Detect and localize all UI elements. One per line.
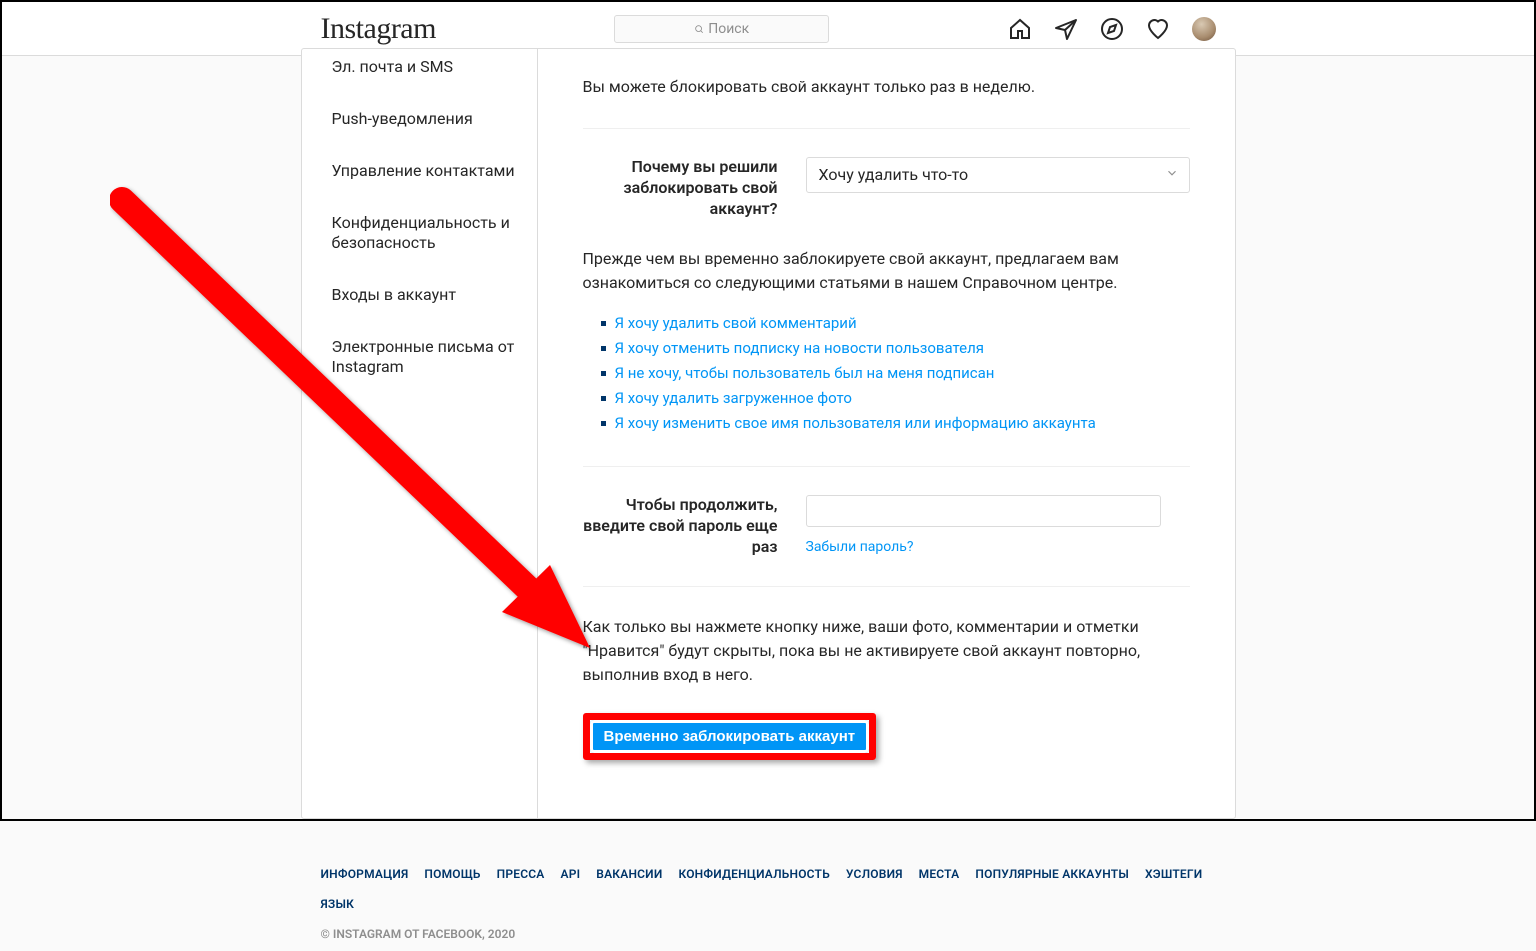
forgot-password-link[interactable]: Забыли пароль? [806, 539, 914, 555]
reason-selected-value: Хочу удалить что-то [819, 165, 969, 184]
messages-icon[interactable] [1054, 17, 1078, 41]
footer-links: ИНФОРМАЦИЯ ПОМОЩЬ ПРЕССА API ВАКАНСИИ КО… [321, 867, 1216, 911]
search-wrap: Поиск [614, 15, 829, 43]
search-input[interactable] [614, 15, 829, 43]
footer-link-locations[interactable]: МЕСТА [919, 867, 960, 881]
footer-link-terms[interactable]: УСЛОВИЯ [846, 867, 903, 881]
sidebar-item-email-sms[interactable]: Эл. почта и SMS [302, 49, 537, 93]
explore-icon[interactable] [1100, 17, 1124, 41]
sidebar-item-contacts[interactable]: Управление контактами [302, 145, 537, 197]
avatar[interactable] [1192, 17, 1216, 41]
password-input[interactable] [806, 495, 1161, 527]
help-link-delete-photo[interactable]: Я хочу удалить загруженное фото [615, 389, 853, 407]
footer-link-api[interactable]: API [561, 867, 581, 881]
nav-icons [1008, 17, 1216, 41]
final-warning-text: Как только вы нажмете кнопку ниже, ваши … [583, 615, 1190, 687]
frequency-note: Вы можете блокировать свой аккаунт тольк… [583, 49, 1190, 129]
footer-link-about[interactable]: ИНФОРМАЦИЯ [321, 867, 409, 881]
footer-link-help[interactable]: ПОМОЩЬ [424, 867, 480, 881]
help-link-change-username[interactable]: Я хочу изменить свое имя пользователя ил… [615, 414, 1096, 432]
sidebar-item-login-activity[interactable]: Входы в аккаунт [302, 269, 537, 321]
help-intro-text: Прежде чем вы временно заблокируете свой… [583, 247, 1190, 295]
footer-link-top-accounts[interactable]: ПОПУЛЯРНЫЕ АККАУНТЫ [975, 867, 1129, 881]
footer-link-language[interactable]: ЯЗЫК [321, 897, 355, 911]
help-link-unfollow[interactable]: Я хочу отменить подписку на новости поль… [615, 339, 985, 357]
footer-link-press[interactable]: ПРЕССА [497, 867, 545, 881]
settings-card: Эл. почта и SMS Push-уведомления Управле… [301, 48, 1236, 819]
help-link-remove-follower[interactable]: Я не хочу, чтобы пользователь был на мен… [615, 364, 995, 382]
temporarily-disable-button[interactable]: Временно заблокировать аккаунт [590, 720, 870, 753]
sidebar-item-privacy[interactable]: Конфиденциальность и безопасность [302, 197, 537, 269]
reason-label: Почему вы решили заблокировать свой акка… [583, 157, 778, 219]
sidebar-item-emails[interactable]: Электронные письма от Instagram [302, 321, 537, 393]
footer-link-jobs[interactable]: ВАКАНСИИ [596, 867, 662, 881]
highlight-box: Временно заблокировать аккаунт [583, 713, 877, 760]
help-link-delete-comment[interactable]: Я хочу удалить свой комментарий [615, 314, 857, 332]
copyright-text: © INSTAGRAM ОТ FACEBOOK, 2020 [321, 927, 1216, 941]
footer-link-privacy[interactable]: КОНФИДЕНЦИАЛЬНОСТЬ [678, 867, 829, 881]
reason-select[interactable]: Хочу удалить что-то [806, 157, 1190, 193]
password-label: Чтобы продолжить, введите свой пароль ещ… [583, 495, 778, 557]
home-icon[interactable] [1008, 17, 1032, 41]
footer-link-hashtags[interactable]: ХЭШТЕГИ [1145, 867, 1202, 881]
sidebar-item-push[interactable]: Push-уведомления [302, 93, 537, 145]
settings-sidebar: Эл. почта и SMS Push-уведомления Управле… [302, 49, 538, 818]
activity-icon[interactable] [1146, 17, 1170, 41]
help-links-list: Я хочу удалить свой комментарий Я хочу о… [583, 313, 1190, 432]
page-footer: ИНФОРМАЦИЯ ПОМОЩЬ ПРЕССА API ВАКАНСИИ КО… [301, 843, 1236, 951]
settings-main: Вы можете блокировать свой аккаунт тольк… [538, 49, 1235, 818]
instagram-logo[interactable]: Instagram [321, 12, 436, 46]
chevron-down-icon [1165, 158, 1179, 192]
